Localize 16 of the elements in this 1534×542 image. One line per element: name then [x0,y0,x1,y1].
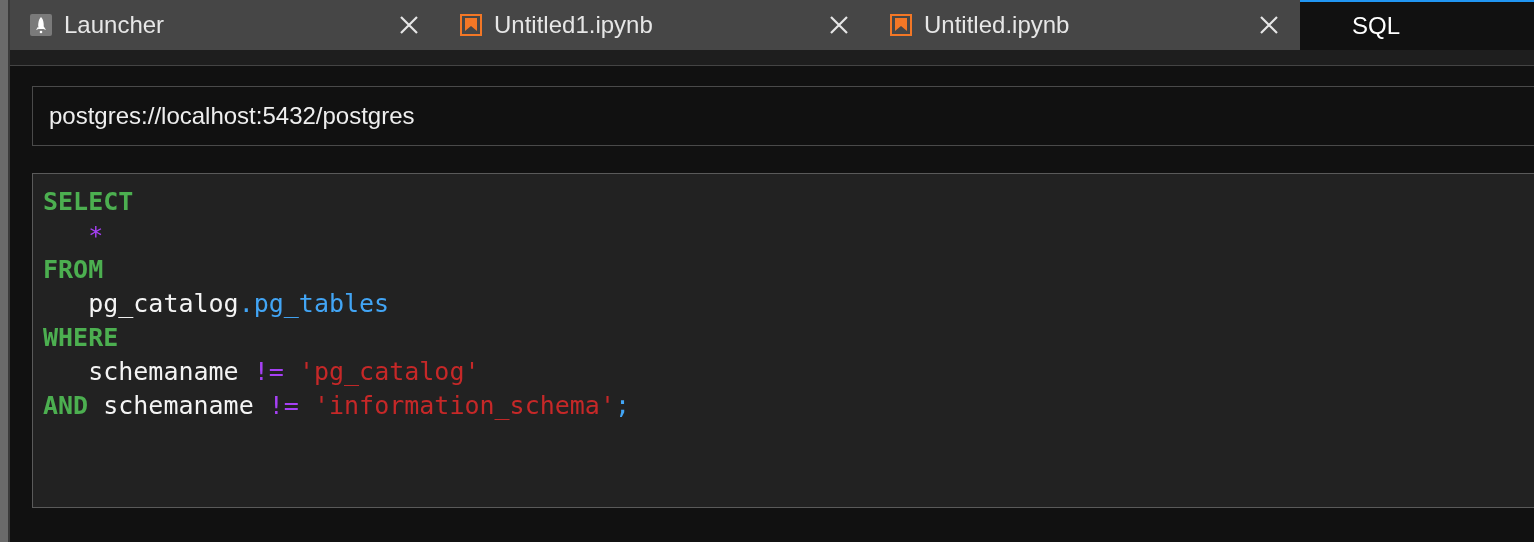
code-line: AND schemaname != 'information_schema'; [43,390,631,422]
code-editor[interactable]: SELECT * FROM pg_catalog.pg_tables WHERE schemaname != 'pg_catalog' AND schemaname != 'information_schema'; [32,173,1534,508]
code-line: * [88,220,104,252]
notebook-icon [890,14,912,36]
rocket-icon [30,14,52,36]
code-line: pg_catalog.pg_tables [88,288,390,320]
code-line: FROM [43,254,104,286]
close-icon[interactable] [828,14,850,36]
code-line: SELECT [43,186,134,218]
tab[interactable]: SQL [1300,0,1534,50]
close-icon[interactable] [398,14,420,36]
close-icon[interactable] [1258,14,1280,36]
connection-field[interactable]: postgres://localhost:5432/postgres [32,86,1534,146]
notebook-icon [460,14,482,36]
code-line: schemaname != 'pg_catalog' [88,356,480,388]
code-line: WHERE [43,322,119,354]
